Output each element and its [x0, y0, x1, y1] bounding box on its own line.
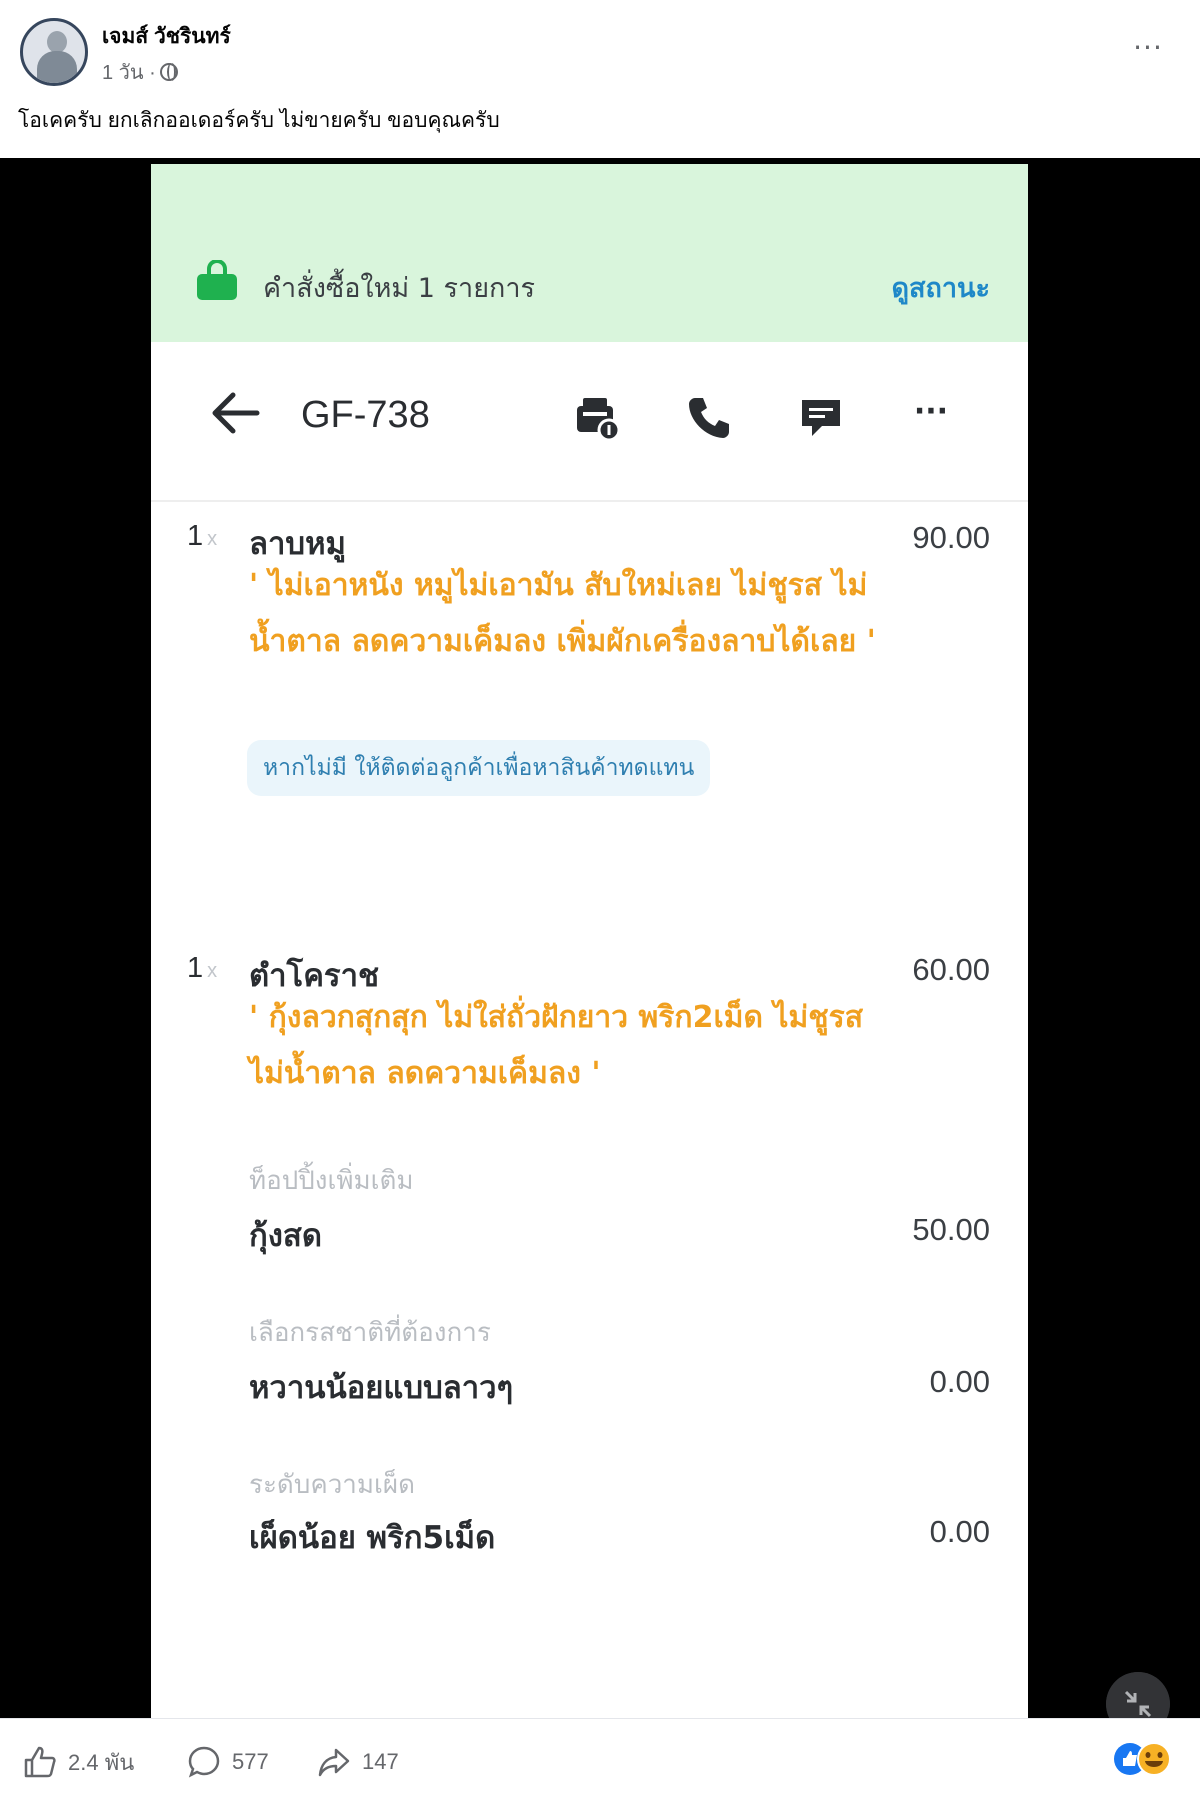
- order-toolbar: GF-738 ···: [151, 342, 1028, 502]
- option-label: เลือกรสชาติที่ต้องการ: [249, 1318, 491, 1348]
- more-options-icon[interactable]: ···: [906, 392, 956, 442]
- like-icon: [24, 1746, 56, 1778]
- post-more-icon[interactable]: ···: [1128, 28, 1168, 68]
- comment-count: 577: [232, 1749, 269, 1774]
- view-status-link[interactable]: ดูสถานะ: [892, 266, 990, 309]
- reactions-icon[interactable]: [1110, 1739, 1180, 1779]
- banner-text: คำสั่งซื้อใหม่ 1 รายการ: [263, 273, 536, 304]
- author-name[interactable]: เจมส์ วัชรินทร์: [102, 20, 231, 53]
- order-info-icon[interactable]: [571, 392, 621, 442]
- like-button[interactable]: 2.4 พัน: [22, 1743, 134, 1781]
- back-arrow-icon[interactable]: [207, 388, 263, 438]
- comment-icon: [188, 1746, 220, 1778]
- option-value: กุ้งสด: [249, 1218, 322, 1254]
- item-note-line: ไม่น้ำตาล ลดความเค็มลง ': [249, 1056, 601, 1091]
- app-screenshot: คำสั่งซื้อใหม่ 1 รายการ ดูสถานะ GF-738 ·…: [151, 164, 1028, 1718]
- collapse-icon[interactable]: [1106, 1672, 1170, 1718]
- share-icon: [318, 1748, 350, 1777]
- option-value: หวานน้อยแบบลาวๆ: [249, 1370, 514, 1406]
- option-price: 0.00: [929, 1364, 990, 1399]
- option-price: 50.00: [912, 1212, 990, 1247]
- substitution-hint: หากไม่มี ให้ติดต่อลูกค้าเพื่อหาสินค้าทดแ…: [247, 740, 711, 796]
- option-label: ระดับความเผ็ด: [249, 1470, 416, 1500]
- post-header: เจมส์ วัชรินทร์ 1 วัน · ··· โอเคครับ ยกเ…: [0, 0, 1200, 158]
- chat-icon[interactable]: [796, 392, 846, 442]
- item-note-line: ' กุ้งลวกสุกสุก ไม่ใส่ถั่วฝักยาว พริก2เม…: [249, 1000, 864, 1035]
- shopping-bag-icon: [197, 260, 237, 300]
- option-value: เผ็ดน้อย พริก5เม็ด: [249, 1520, 496, 1556]
- new-order-banner: คำสั่งซื้อใหม่ 1 รายการ ดูสถานะ: [151, 164, 1028, 342]
- item-quantity: 1x: [187, 520, 218, 552]
- item-note-line: ' ไม่เอาหนัง หมูไม่เอามัน สับใหม่เลย ไม่…: [249, 568, 868, 603]
- option-label: ท็อปปิ้งเพิ่มเติม: [249, 1166, 414, 1196]
- facebook-post: เจมส์ วัชรินทร์ 1 วัน · ··· โอเคครับ ยกเ…: [0, 0, 1200, 1803]
- item-quantity: 1x: [187, 952, 218, 984]
- item-price: 60.00: [912, 952, 990, 987]
- order-id: GF-738: [301, 394, 430, 436]
- comment-button[interactable]: 577: [186, 1743, 269, 1781]
- post-time[interactable]: 1 วัน ·: [102, 56, 156, 88]
- phone-icon[interactable]: [683, 392, 733, 442]
- like-count: 2.4 พัน: [68, 1749, 135, 1775]
- avatar[interactable]: [20, 18, 88, 86]
- post-text: โอเคครับ ยกเลิกออเดอร์ครับ ไม่ขายครับ ขอ…: [18, 109, 500, 132]
- globe-icon: [159, 63, 178, 81]
- post-meta: 1 วัน ·: [102, 56, 178, 88]
- share-button[interactable]: 147: [316, 1743, 399, 1781]
- share-count: 147: [362, 1749, 399, 1774]
- item-note-line: น้ำตาล ลดความเค็มลง เพิ่มผักเครื่องลาบได…: [249, 624, 876, 659]
- item-price: 90.00: [912, 520, 990, 555]
- option-price: 0.00: [929, 1514, 990, 1549]
- post-media[interactable]: คำสั่งซื้อใหม่ 1 รายการ ดูสถานะ GF-738 ·…: [0, 158, 1200, 1718]
- post-actions-bar: 2.4 พัน 577 147: [0, 1718, 1200, 1803]
